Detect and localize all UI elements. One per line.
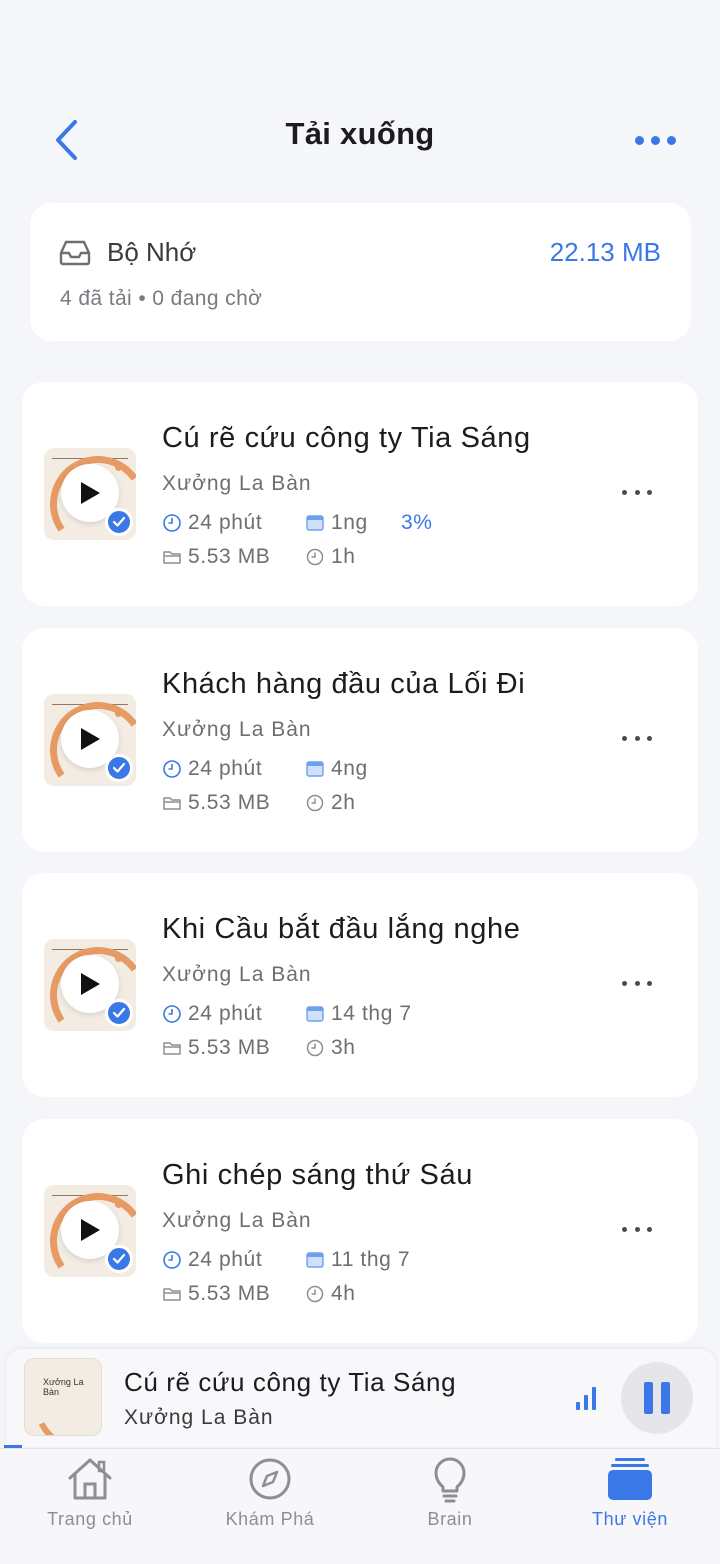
file-meta: 5.53 MB 4h — [162, 1282, 356, 1306]
storage-title: Bộ Nhớ — [107, 237, 197, 267]
dot-icon — [634, 135, 644, 145]
dot-icon — [666, 135, 676, 145]
tab-label: Khám Phá — [225, 1509, 315, 1529]
tray-icon — [59, 240, 91, 266]
downloaded-check-icon — [105, 999, 133, 1027]
tab-label: Brain — [427, 1509, 473, 1529]
home-icon — [68, 1458, 112, 1500]
item-more-button[interactable] — [622, 1219, 652, 1239]
clock-icon — [306, 794, 324, 812]
download-age: 1h — [331, 545, 356, 568]
show-name: Xưởng La Bàn — [162, 718, 312, 741]
release-date: 4ng — [331, 757, 368, 780]
download-item[interactable]: Khi Cầu bắt đầu lắng nghe Xưởng La Bàn 2… — [22, 873, 698, 1097]
play-icon — [81, 482, 100, 504]
downloaded-check-icon — [105, 1245, 133, 1273]
calendar-icon — [306, 1006, 324, 1022]
download-age: 4h — [331, 1282, 356, 1305]
episode-meta: 24 phút 11 thg 7 — [162, 1248, 435, 1272]
clock-icon — [163, 760, 181, 778]
download-summary: 4 đã tải • 0 đang chờ — [60, 287, 263, 310]
clock-icon — [306, 1285, 324, 1303]
episode-meta: 24 phút 4ng — [162, 757, 401, 781]
tab-home[interactable]: Trang chủ — [0, 1449, 180, 1549]
now-playing-title: Cú rẽ cứu công ty Tia Sáng — [124, 1367, 457, 1397]
episode-title: Khách hàng đầu của Lối Đi — [162, 668, 526, 700]
storage-card: Bộ Nhớ 22.13 MB 4 đã tải • 0 đang chờ — [30, 203, 691, 341]
page-title: Tải xuống — [285, 116, 435, 151]
more-options-button[interactable] — [630, 126, 680, 154]
mini-player[interactable]: Xưởng La Bàn Cú rẽ cứu công ty Tia Sáng … — [6, 1349, 716, 1447]
download-age: 3h — [331, 1036, 356, 1059]
folder-icon — [163, 1288, 181, 1301]
download-item[interactable]: Cú rẽ cứu công ty Tia Sáng Xưởng La Bàn … — [22, 382, 698, 606]
clock-icon — [306, 1039, 324, 1057]
clock-icon — [306, 548, 324, 566]
release-date: 11 thg 7 — [331, 1248, 411, 1271]
episode-meta: 24 phút 14 thg 7 — [162, 1002, 435, 1026]
duration: 24 phút — [188, 511, 263, 534]
show-name: Xưởng La Bàn — [162, 963, 312, 986]
tab-bar: Trang chủ Khám Phá Brain Thư viện — [0, 1448, 720, 1564]
item-more-button[interactable] — [622, 728, 652, 748]
item-more-button[interactable] — [622, 482, 652, 502]
nav-header: Tải xuống — [0, 0, 720, 180]
calendar-icon — [306, 1252, 324, 1268]
pause-icon — [661, 1382, 670, 1414]
file-meta: 5.53 MB 3h — [162, 1036, 356, 1060]
episode-title: Cú rẽ cứu công ty Tia Sáng — [162, 422, 531, 454]
file-size: 5.53 MB — [188, 791, 271, 814]
show-name: Xưởng La Bàn — [162, 472, 312, 495]
file-size: 5.53 MB — [188, 545, 271, 568]
folder-icon — [163, 797, 181, 810]
file-meta: 5.53 MB 2h — [162, 791, 356, 815]
episode-meta: 24 phút 1ng 3% — [162, 511, 433, 535]
release-date: 14 thg 7 — [331, 1002, 412, 1025]
download-item[interactable]: Ghi chép sáng thứ Sáu Xưởng La Bàn 24 ph… — [22, 1119, 698, 1343]
folder-icon — [163, 551, 181, 564]
clock-icon — [163, 1251, 181, 1269]
duration: 24 phút — [188, 1248, 263, 1271]
duration: 24 phút — [188, 1002, 263, 1025]
library-icon — [608, 1458, 652, 1500]
duration: 24 phút — [188, 757, 263, 780]
now-playing-artwork: Xưởng La Bàn — [24, 1358, 102, 1436]
calendar-icon — [306, 515, 324, 531]
file-size: 5.53 MB — [188, 1036, 271, 1059]
episode-title: Ghi chép sáng thứ Sáu — [162, 1159, 473, 1191]
play-icon — [81, 1219, 100, 1241]
lightbulb-icon — [434, 1457, 466, 1503]
pause-button[interactable] — [621, 1362, 693, 1434]
clock-icon — [163, 1005, 181, 1023]
release-date: 1ng — [331, 511, 368, 534]
tab-explore[interactable]: Khám Phá — [180, 1449, 360, 1549]
play-icon — [81, 973, 100, 995]
file-meta: 5.53 MB 1h — [162, 545, 356, 569]
show-name: Xưởng La Bàn — [162, 1209, 312, 1232]
artwork-text: Xưởng La Bàn — [43, 1377, 84, 1397]
folder-icon — [163, 1042, 181, 1055]
tab-label: Trang chủ — [47, 1509, 133, 1529]
item-more-button[interactable] — [622, 973, 652, 993]
now-playing-show: Xưởng La Bàn — [124, 1406, 274, 1429]
download-age: 2h — [331, 791, 356, 814]
audio-bars-icon — [576, 1387, 596, 1410]
download-item[interactable]: Khách hàng đầu của Lối Đi Xưởng La Bàn 2… — [22, 628, 698, 852]
tab-label: Thư viện — [592, 1509, 668, 1529]
tab-brain[interactable]: Brain — [360, 1449, 540, 1549]
storage-size: 22.13 MB — [549, 237, 661, 267]
file-size: 5.53 MB — [188, 1282, 271, 1305]
compass-icon — [249, 1458, 291, 1500]
listen-progress: 3% — [401, 511, 433, 534]
dot-icon — [650, 135, 660, 145]
clock-icon — [163, 514, 181, 532]
play-icon — [81, 728, 100, 750]
calendar-icon — [306, 761, 324, 777]
downloaded-check-icon — [105, 508, 133, 536]
pause-icon — [644, 1382, 653, 1414]
episode-title: Khi Cầu bắt đầu lắng nghe — [162, 913, 521, 945]
tab-library[interactable]: Thư viện — [540, 1449, 720, 1549]
downloaded-check-icon — [105, 754, 133, 782]
